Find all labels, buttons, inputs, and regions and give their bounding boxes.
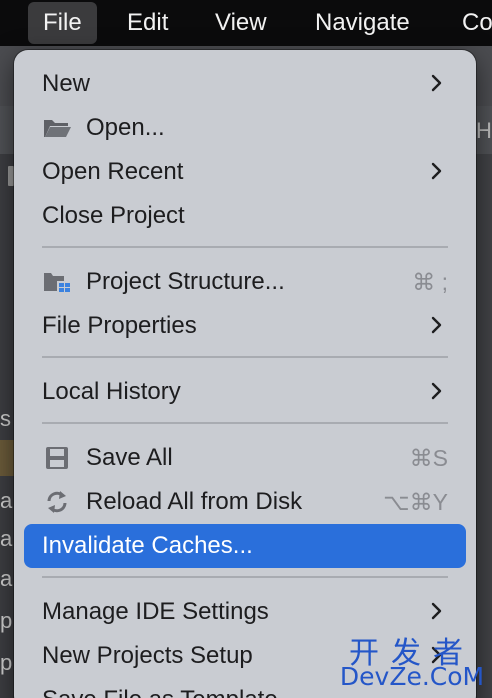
reload-icon (47, 491, 67, 513)
ide-partial-text: H (476, 118, 492, 143)
menubar-item-navigate[interactable]: Navigate (315, 8, 410, 38)
menu-item-shortcut: ⌘ ; (412, 269, 448, 295)
menu-item-open-recent[interactable]: Open Recent (24, 150, 466, 194)
chevron-right-icon (431, 74, 442, 92)
ide-partial-letter: p (0, 650, 13, 675)
menu-item-label: New (42, 70, 91, 97)
watermark: 开发者 DevZe.CoM (334, 628, 490, 696)
ide-partial-letter: p (0, 608, 13, 633)
menu-item-label: Invalidate Caches... (42, 532, 253, 559)
menu-item-label: Project Structure... (86, 268, 285, 295)
save-icon (46, 447, 68, 469)
menu-separator (42, 356, 448, 358)
menu-item-label: Manage IDE Settings (42, 598, 269, 625)
menu-item-label: Open Recent (42, 158, 184, 185)
menu-item-invalidate-caches[interactable]: Invalidate Caches... (24, 524, 466, 568)
menu-item-shortcut: ⌥⌘Y (383, 489, 448, 515)
menu-item-new[interactable]: New (24, 62, 466, 106)
menubar-item-file[interactable]: File (28, 2, 97, 44)
menu-item-label: Local History (42, 378, 181, 405)
menu-item-label: Close Project (42, 202, 185, 229)
menu-item-label: File Properties (42, 312, 197, 339)
menu-item-save-all[interactable]: Save All ⌘S (24, 436, 466, 480)
ide-partial-letter: a (0, 566, 13, 591)
menu-item-file-properties[interactable]: File Properties (24, 304, 466, 348)
chevron-right-icon (431, 382, 442, 400)
menu-item-close-project[interactable]: Close Project (24, 194, 466, 238)
menu-item-shortcut: ⌘S (409, 445, 448, 471)
file-menu: New Open... Open Recent Close Project Pr… (14, 50, 476, 698)
menu-item-open[interactable]: Open... (24, 106, 466, 150)
menu-item-label: New Projects Setup (42, 642, 253, 669)
menu-item-local-history[interactable]: Local History (24, 370, 466, 414)
menu-item-label: Save File as Template... (42, 686, 298, 698)
chevron-right-icon (431, 602, 442, 620)
menu-separator (42, 576, 448, 578)
menu-item-project-structure[interactable]: Project Structure... ⌘ ; (24, 260, 466, 304)
ide-partial-letter: a (0, 488, 13, 513)
project-structure-icon (44, 273, 70, 292)
ide-partial-letter: s (0, 406, 11, 431)
folder-icon (44, 120, 71, 137)
menu-separator (42, 422, 448, 424)
ide-selected-row (0, 440, 14, 476)
menubar-item-edit[interactable]: Edit (127, 8, 168, 38)
menu-item-label: Reload All from Disk (86, 488, 303, 515)
menu-item-label: Save All (86, 444, 173, 471)
chevron-right-icon (431, 162, 442, 180)
menubar-item-code-partial[interactable]: Co (462, 8, 492, 38)
menu-separator (42, 246, 448, 248)
menu-item-label: Open... (86, 114, 165, 141)
menu-bar: l File Edit View Navigate Co (0, 0, 492, 46)
menu-item-reload-all[interactable]: Reload All from Disk ⌥⌘Y (24, 480, 466, 524)
ide-partial-letter: a (0, 526, 13, 551)
menubar-item-view[interactable]: View (215, 8, 267, 38)
chevron-right-icon (431, 316, 442, 334)
watermark-english: DevZe.CoM (339, 662, 485, 691)
